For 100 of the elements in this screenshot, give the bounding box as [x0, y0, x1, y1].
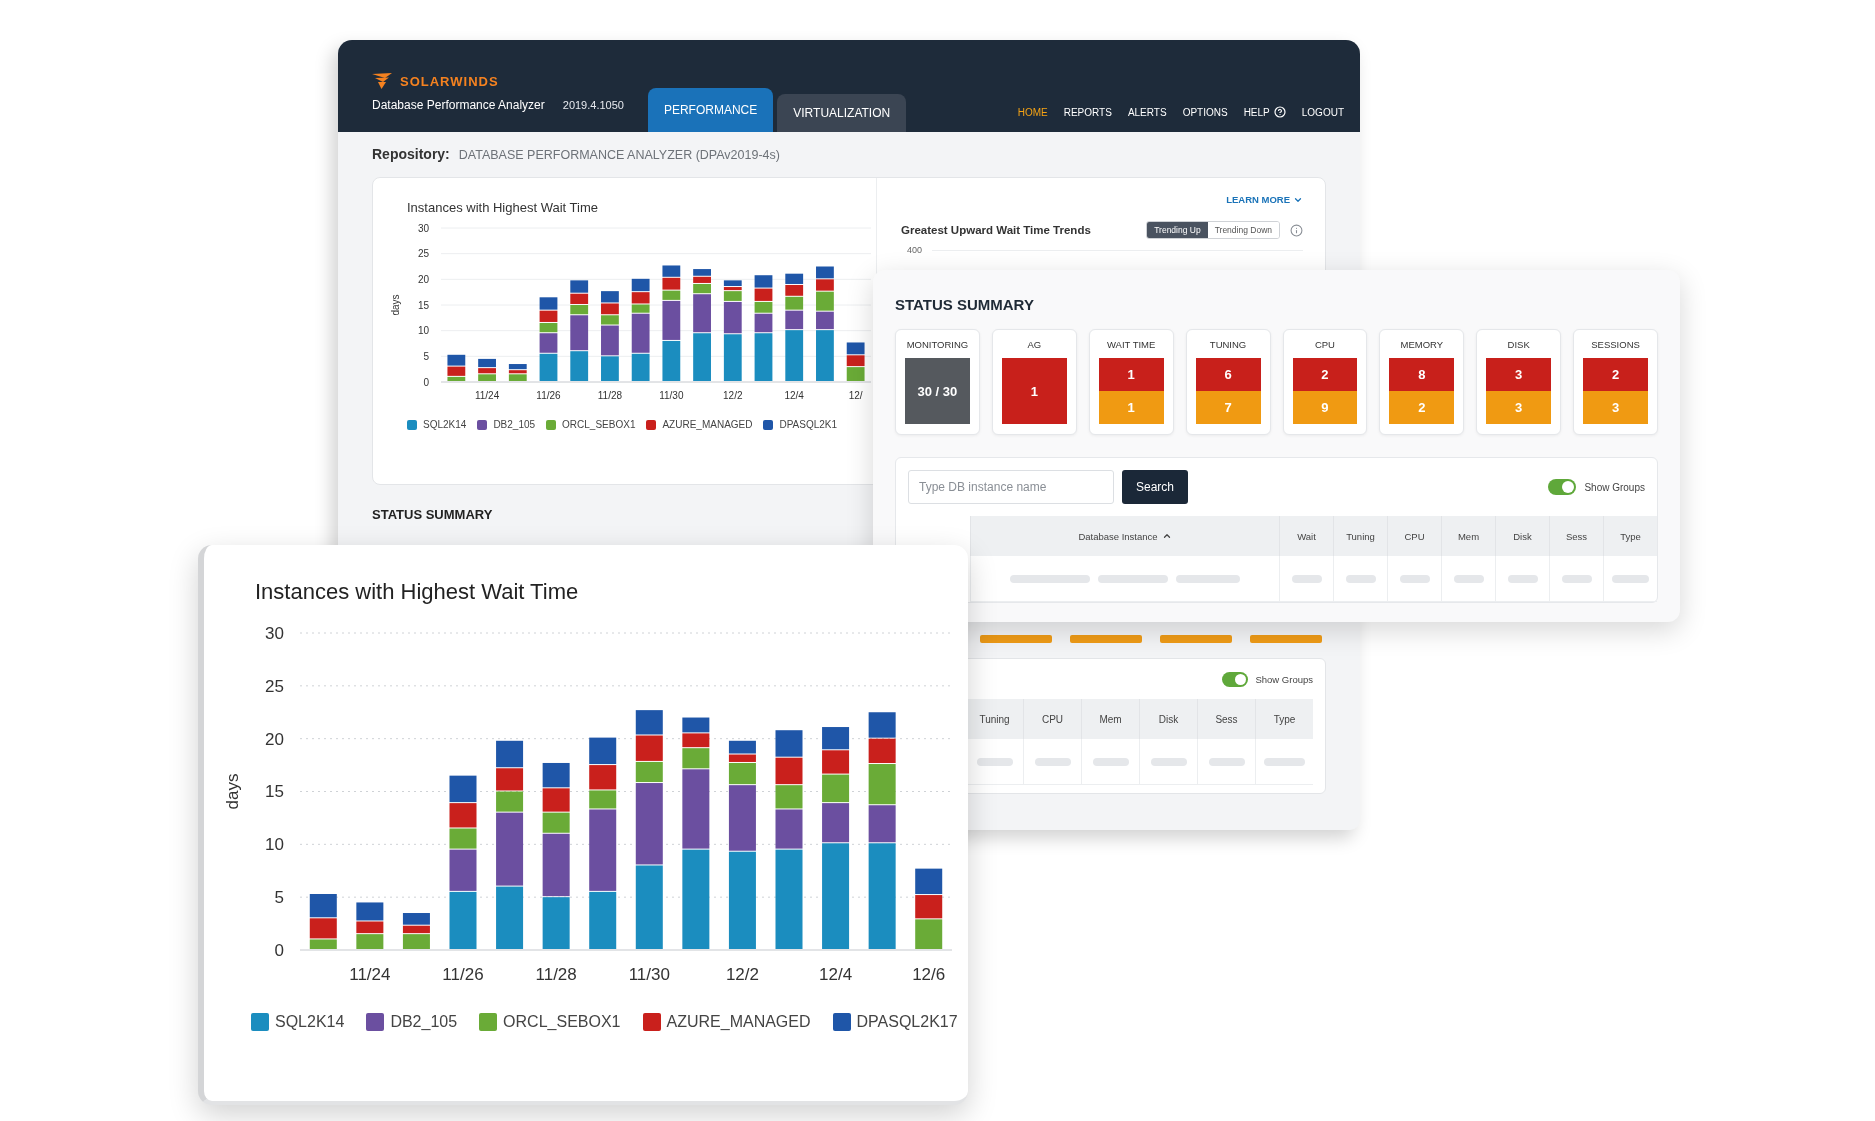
loading-placeholder — [1092, 757, 1129, 766]
loading-placeholder — [1264, 757, 1305, 766]
axis-tick-label: 11/30 — [628, 965, 670, 984]
column-header[interactable]: Sess — [1549, 516, 1603, 556]
legend-label: AZURE_MANAGED — [662, 419, 753, 430]
bar-segment — [868, 712, 896, 738]
bar-segment — [570, 280, 589, 293]
loading-placeholder — [976, 757, 1013, 766]
bar-segment — [785, 285, 804, 296]
toggle-switch[interactable] — [1548, 479, 1577, 495]
search-field[interactable]: Type DB instance name — [908, 470, 1114, 504]
section-title: STATUS SUMMARY — [372, 507, 494, 522]
toggle-switch[interactable] — [1222, 671, 1249, 687]
axis-tick-label: 30 — [417, 222, 429, 234]
status-tile[interactable]: MEMORY 8 2 — [1379, 329, 1465, 435]
chart-title: Instances with Highest Wait Time — [254, 579, 580, 605]
critical-count: 1 — [1098, 358, 1164, 391]
axis-tick-label: 12/6 — [912, 965, 946, 984]
axis-tick-label: 10 — [265, 835, 284, 855]
bar-segment — [542, 788, 570, 812]
nav-link[interactable]: LOGOUT — [1301, 106, 1344, 118]
nav-link[interactable]: HELP — [1243, 106, 1286, 118]
bar-segment — [915, 895, 943, 919]
monitoring-count: 30 / 30 — [905, 358, 970, 424]
legend-label: DB2_105 — [493, 419, 536, 430]
nav-link[interactable]: ALERTS — [1127, 106, 1167, 118]
nav-link[interactable]: OPTIONS — [1182, 106, 1228, 118]
nav-link[interactable]: HOME — [1017, 106, 1048, 118]
column-header[interactable]: Mem — [1441, 516, 1495, 556]
search-button[interactable]: Search — [1122, 470, 1189, 504]
critical-count: 1 — [1001, 358, 1067, 424]
legend-label: DB2_105 — [390, 1013, 458, 1031]
legend-label: ORCL_SEBOX1 — [503, 1013, 621, 1031]
tile-label: WAIT TIME — [1106, 337, 1157, 352]
loading-placeholder — [1176, 574, 1240, 583]
header-tab[interactable]: PERFORMANCE — [647, 88, 774, 132]
column-header[interactable]: Tuning — [965, 699, 1023, 739]
status-tile[interactable]: WAIT TIME 1 1 — [1088, 329, 1174, 435]
column-header[interactable]: CPU — [1387, 516, 1441, 556]
legend-label: SQL2K14 — [275, 1013, 345, 1031]
axis-tick-label: 15 — [265, 782, 284, 802]
bar-segment — [822, 750, 850, 774]
column-header[interactable]: CPU — [1023, 699, 1081, 739]
help-icon — [1273, 106, 1286, 118]
axis-tick-label: 15 — [417, 299, 429, 311]
column-header[interactable]: Tuning — [1333, 516, 1387, 556]
loading-placeholder — [1034, 757, 1071, 766]
status-tile[interactable]: SESSIONS 2 3 — [1573, 329, 1658, 435]
bar-segment — [662, 340, 681, 381]
loading-placeholder — [1399, 574, 1430, 583]
status-tile[interactable]: MONITORING 30 / 30 — [895, 329, 980, 435]
axis-tick-label: 5 — [423, 350, 429, 362]
axis-tick-label: 20 — [417, 273, 429, 285]
column-header[interactable]: Sess — [1197, 699, 1255, 739]
bar-segment — [846, 342, 865, 355]
bar-segment — [775, 730, 803, 757]
bar-segment — [785, 273, 804, 284]
column-header[interactable]: Mem — [1081, 699, 1139, 739]
mode-tab[interactable]: Trending Up — [1147, 222, 1208, 238]
bar-segment — [570, 351, 589, 381]
bar-segment — [693, 333, 711, 381]
loading-placeholder — [1507, 574, 1538, 583]
status-tile[interactable]: AG 1 — [991, 329, 1077, 435]
axis-tick-label: 11/28 — [535, 965, 577, 984]
bar-segment — [496, 768, 524, 791]
warning-count: 1 — [1098, 391, 1164, 424]
status-tile[interactable]: CPU 2 9 — [1282, 329, 1368, 435]
warning-count: 3 — [1486, 391, 1552, 424]
column-header[interactable]: Type — [1255, 699, 1313, 739]
column-header[interactable]: Database Instance — [970, 516, 1279, 556]
bar-segment — [631, 278, 650, 292]
axis-tick-label: 30 — [265, 623, 284, 643]
column-header[interactable]: Wait — [1279, 516, 1333, 556]
column-header[interactable]: Type — [1603, 516, 1657, 556]
axis-tick-label: 20 — [265, 729, 284, 749]
bar-segment — [915, 919, 943, 949]
critical-count: 3 — [1486, 358, 1552, 391]
info-icon[interactable] — [1290, 223, 1303, 237]
warning-count: 3 — [1583, 391, 1648, 424]
brand-name: SOLARWINDS — [400, 73, 499, 89]
product-name: Database Performance Analyzer — [372, 98, 545, 112]
bar-segment — [449, 803, 477, 828]
learn-more-link[interactable]: LEARN MORE — [1226, 194, 1303, 205]
bar-segment — [449, 775, 477, 803]
tile-label: TUNING — [1208, 337, 1248, 352]
header-tab[interactable]: VIRTUALIZATION — [777, 94, 907, 132]
status-tile[interactable]: TUNING 6 7 — [1185, 329, 1271, 435]
bar-segment — [570, 293, 589, 304]
bar-segment — [682, 717, 710, 733]
bar-segment — [723, 334, 742, 381]
axis-title: days — [390, 294, 401, 316]
bar-segment — [539, 310, 558, 322]
bar-segment — [662, 277, 681, 290]
nav-link[interactable]: REPORTS — [1063, 106, 1112, 118]
column-header[interactable]: Disk — [1139, 699, 1197, 739]
bar-segment — [785, 296, 804, 310]
status-tile[interactable]: DISK 3 3 — [1476, 329, 1562, 435]
column-header[interactable]: Disk — [1495, 516, 1549, 556]
toggle-label: Show Groups — [1584, 481, 1645, 493]
axis-tick-label: 0 — [274, 940, 284, 960]
